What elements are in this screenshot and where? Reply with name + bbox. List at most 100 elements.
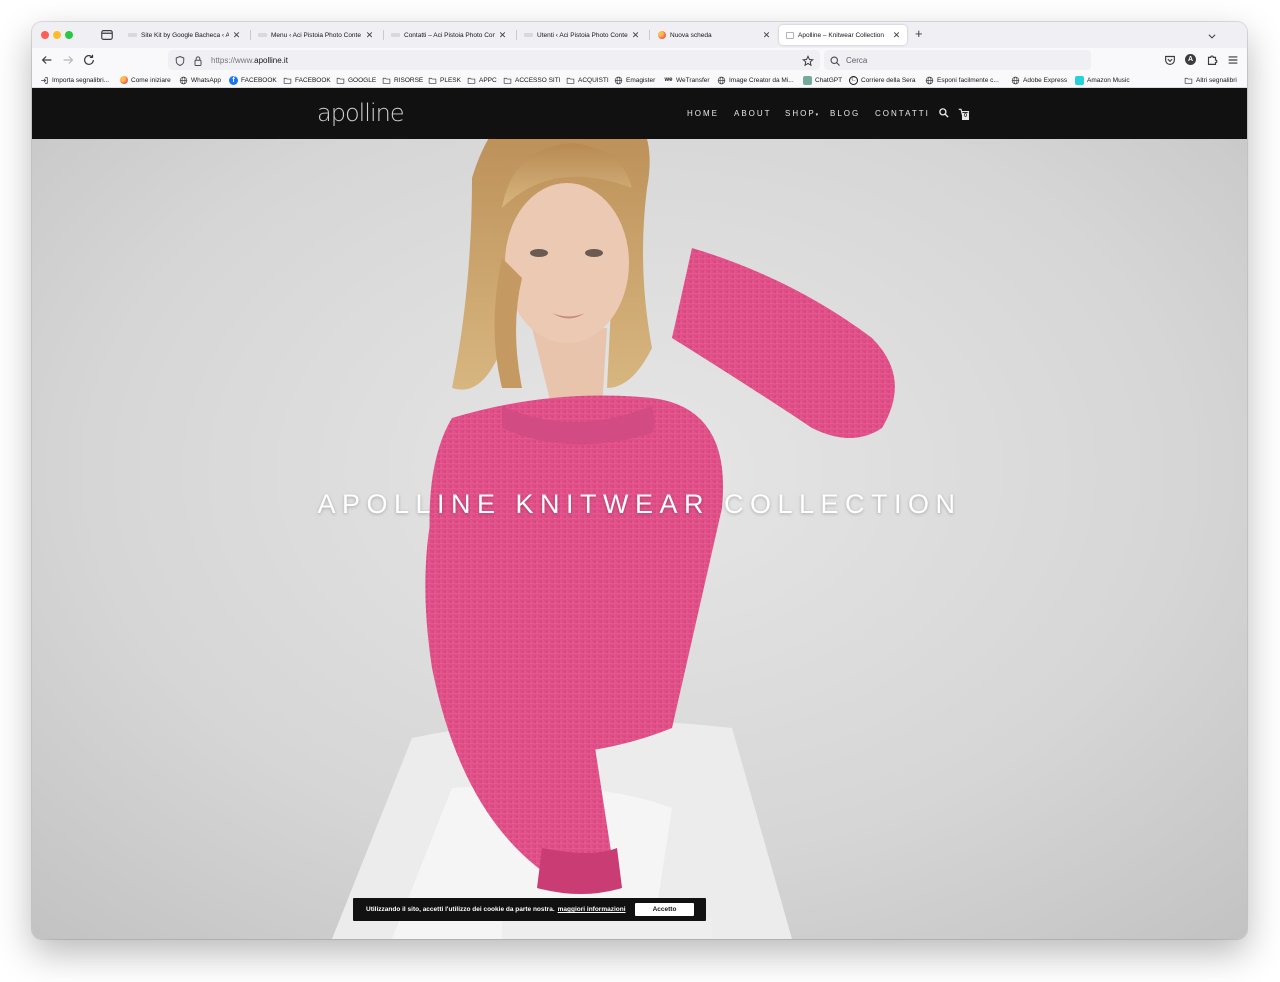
nav-about[interactable]: ABOUT [734,109,772,118]
bookmark-item[interactable]: f FACEBOOK [229,75,277,85]
reload-icon[interactable] [82,53,96,67]
nav-shop[interactable]: SHOP▾ [785,109,818,118]
bookmark-folder[interactable]: PLESK [428,75,461,85]
bookmark-label: APPC [479,76,497,84]
bookmark-folder[interactable]: ACCESSO SITI [503,75,561,85]
folder-icon [1184,76,1193,85]
url-text[interactable]: https://www.apolline.it [211,56,288,65]
bookmark-label: Emagister [626,76,656,84]
bookmark-label: WhatsApp [191,76,221,84]
dropdown-caret-icon: ▾ [815,112,819,118]
bookmark-item[interactable]: C Corriere della Sera [849,75,916,85]
bookmark-folder[interactable]: FACEBOOK [283,75,331,85]
close-window-button[interactable] [41,31,49,39]
bookmark-folder[interactable]: ACQUISTI [566,75,609,85]
bookmark-label: WeTransfer [676,76,710,84]
folder-icon [336,76,345,85]
extensions-puzzle-icon[interactable] [1205,53,1219,67]
account-initial: A [1185,54,1196,65]
forward-arrow-icon[interactable] [61,53,75,67]
aci-favicon [391,31,400,40]
web-page: apolline HOME ABOUT SHOP▾ BLOG CONTATTI … [32,88,1247,939]
tab[interactable]: Menu ‹ Aci Pistoia Photo Conte ✕ [252,25,380,45]
maximize-window-button[interactable] [65,31,73,39]
nav-shop-label: SHOP [785,109,816,118]
close-tab-icon[interactable]: ✕ [232,30,241,40]
firefox-view-icon[interactable] [100,28,114,42]
url-domain: apolline.it [254,55,288,65]
close-tab-icon[interactable]: ✕ [365,30,374,40]
cookie-more-info-link[interactable]: maggiori informazioni [558,906,626,913]
tab-divider [250,30,251,40]
close-tab-icon[interactable]: ✕ [892,30,901,40]
minimize-window-button[interactable] [53,31,61,39]
tab[interactable]: Nuova scheda ✕ [651,25,777,45]
aci-favicon [258,31,267,40]
new-tab-plus-icon[interactable]: + [915,26,923,41]
bookmark-item[interactable]: we WeTransfer [664,75,710,85]
globe-icon [179,76,188,85]
search-bar[interactable]: Cerca [824,50,1091,70]
tab[interactable]: Contatti – Aci Pistoia Photo Con ✕ [385,25,513,45]
bookmark-folder[interactable]: RISORSE [382,75,423,85]
other-bookmarks-folder[interactable]: Altri segnalibri [1184,75,1237,85]
bookmark-label: FACEBOOK [295,76,331,84]
bookmark-item[interactable]: Come iniziare [119,75,171,85]
bookmark-folder[interactable]: APPC [467,75,497,85]
bookmark-item[interactable]: Esponi facilmente c... [925,75,999,85]
browser-window: Site Kit by Google Bacheca ‹ Aci ✕ Menu … [32,22,1247,939]
tab-active[interactable]: Apolline – Knitwear Collection ✕ [779,25,907,45]
import-icon [40,76,49,85]
chevron-down-icon[interactable] [1207,28,1217,46]
tab-title: Site Kit by Google Bacheca ‹ Aci [141,31,229,39]
tab-divider [383,30,384,40]
bookmark-label: Image Creator da Mi... [729,76,794,84]
cookie-text: Utilizzando il sito, accetti l'utilizzo … [366,906,555,913]
address-bar[interactable]: https://www.apolline.it [168,50,820,70]
shield-icon[interactable] [174,54,186,67]
nav-contatti[interactable]: CONTATTI [875,109,930,118]
cookie-accept-button[interactable]: Accetto [635,903,694,916]
bookmark-item[interactable]: Importa segnalibri... [40,75,109,85]
bookmark-star-icon[interactable] [801,54,815,67]
pocket-icon[interactable] [1163,53,1177,67]
nav-home[interactable]: HOME [687,109,719,118]
bookmark-item[interactable]: ChatGPT [803,75,842,85]
folder-icon [503,76,512,85]
bookmark-label: Amazon Music [1087,76,1130,84]
tab-title: Utenti ‹ Aci Pistoia Photo Conte [537,31,628,39]
nav-blog[interactable]: BLOG [830,109,860,118]
close-tab-icon[interactable]: ✕ [762,30,771,40]
bookmark-label: ChatGPT [815,76,843,84]
folder-icon [566,76,575,85]
apolline-favicon [785,31,794,40]
account-icon[interactable]: A [1184,53,1198,67]
hamburger-menu-icon[interactable] [1226,53,1240,67]
tab[interactable]: Site Kit by Google Bacheca ‹ Aci ✕ [122,25,247,45]
apolline-logo[interactable]: apolline [317,99,405,127]
close-tab-icon[interactable]: ✕ [631,30,640,40]
bookmark-item[interactable]: WhatsApp [179,75,221,85]
tab-title: Menu ‹ Aci Pistoia Photo Conte [271,31,361,39]
bookmark-item[interactable]: Adobe Express [1011,75,1067,85]
close-tab-icon[interactable]: ✕ [498,30,507,40]
url-prefix: https://www. [211,55,255,65]
lock-icon[interactable] [192,54,204,66]
search-icon[interactable] [938,106,950,118]
bookmark-label: Corriere della Sera [861,76,916,84]
bookmark-item[interactable]: Amazon Music [1075,75,1130,85]
tab[interactable]: Utenti ‹ Aci Pistoia Photo Conte ✕ [518,25,646,45]
tab-title: Nuova scheda [670,31,712,39]
bookmark-label: Come iniziare [131,76,171,84]
bookmark-label: GOOGLE [348,76,377,84]
wetransfer-icon: we [664,77,673,83]
facebook-icon: f [229,75,238,85]
firefox-icon [119,76,128,85]
bookmark-item[interactable]: Image Creator da Mi... [717,75,794,85]
bookmarks-toolbar: Importa segnalibri... Come iniziare What… [32,72,1247,88]
tab-title: Contatti – Aci Pistoia Photo Con [404,31,495,39]
cart-count-badge: 0 [962,113,969,120]
bookmark-item[interactable]: Emagister [614,75,655,85]
back-arrow-icon[interactable] [40,53,54,67]
bookmark-folder[interactable]: GOOGLE [336,75,376,85]
